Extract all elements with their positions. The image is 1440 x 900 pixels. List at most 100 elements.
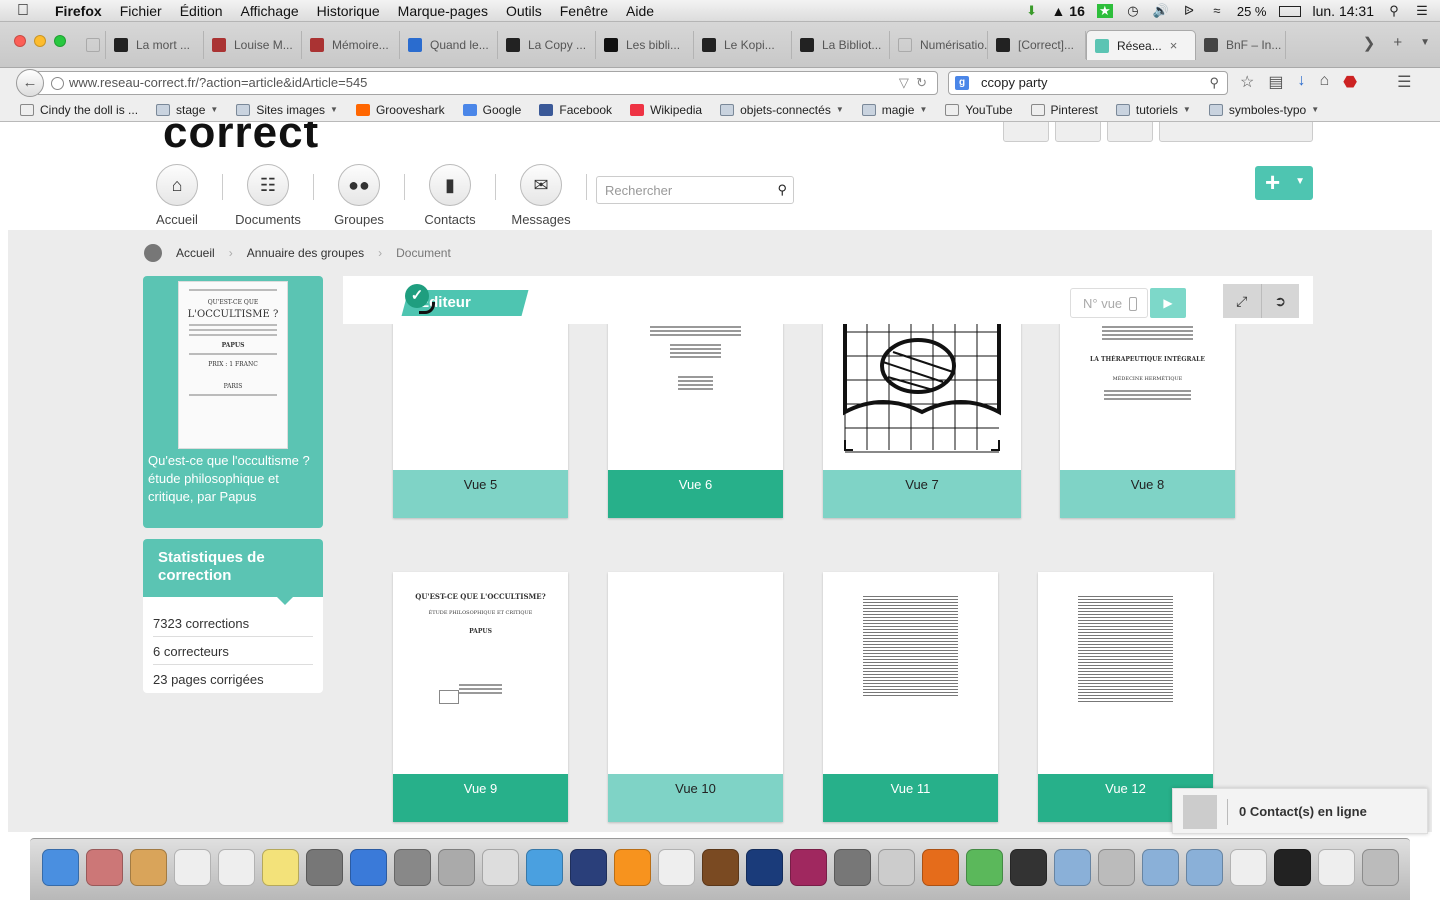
menu-historique[interactable]: Historique [308, 3, 389, 19]
bookmark-4[interactable]: Google [462, 103, 521, 117]
menu-aide[interactable]: Aide [617, 3, 663, 19]
close-tab-icon[interactable]: × [1170, 38, 1178, 53]
breadcrumb-annuaire[interactable]: Annuaire des groupes [247, 246, 364, 260]
download-status-icon[interactable]: ⬇ [1024, 4, 1040, 18]
dock-star-icon[interactable] [482, 849, 519, 886]
volume-icon[interactable]: 🔊 [1153, 4, 1169, 18]
fullscreen-icon[interactable]: ⤢ [1223, 284, 1262, 318]
go-to-page-button[interactable]: ▶ [1150, 288, 1186, 318]
url-bar[interactable]: www.reseau-correct.fr/?action=article&id… [38, 71, 938, 95]
battery-icon[interactable] [1278, 5, 1301, 17]
dock-imovie-icon[interactable] [834, 849, 871, 886]
dock-scissors-icon[interactable] [878, 849, 915, 886]
bookmark-8[interactable]: magie ▼ [861, 103, 927, 117]
dock-mail-icon[interactable] [86, 849, 123, 886]
page-thumb-11[interactable]: Vue 11 [823, 572, 998, 822]
bookmark-2[interactable]: Sites images ▼ [236, 103, 338, 117]
bookmark-star-icon[interactable]: ☆ [1240, 72, 1254, 92]
page-thumb-8[interactable]: LA THÉRAPEUTIQUE INTÉGRALE MÉDECINE HERMÉ… [1060, 324, 1235, 518]
wifi-icon[interactable]: ≈ [1209, 4, 1225, 18]
dock-applications-icon[interactable] [1142, 849, 1179, 886]
bookmark-6[interactable]: Wikipedia [630, 103, 702, 117]
tab-list-icon[interactable]: ▼ [1420, 34, 1430, 52]
dock-document-icon[interactable] [1230, 849, 1267, 886]
close-window-icon[interactable] [14, 35, 26, 47]
tab-1[interactable]: La mort ... [106, 31, 204, 59]
bookmark-7[interactable]: objets-connectés ▼ [720, 103, 844, 117]
reload-icon[interactable]: ↻ [916, 75, 927, 90]
dock-contacts-icon[interactable] [130, 849, 167, 886]
nav-documents[interactable]: ☷ Documents [223, 164, 313, 227]
new-tab-icon[interactable]: + [1393, 34, 1402, 52]
document-card[interactable]: QU'EST-CE QUE L'OCCULTISME ? PAPUS PRIX … [143, 276, 323, 528]
menu-icon[interactable]: ☰ [1397, 72, 1411, 92]
page-thumb-12[interactable]: Vue 12 [1038, 572, 1213, 822]
dock-calendar-icon[interactable] [174, 849, 211, 886]
page-thumb-6[interactable]: Vue 6 [608, 324, 783, 518]
search-icon[interactable]: ⚲ [777, 182, 787, 198]
tab-6[interactable]: Les bibli... [596, 31, 694, 59]
bookmark-0[interactable]: Cindy the doll is ... [20, 103, 138, 117]
menu-app-name[interactable]: Firefox [46, 3, 111, 19]
dock-notes-icon[interactable] [262, 849, 299, 886]
dock-indesign-icon[interactable] [790, 849, 827, 886]
stepper-icon[interactable] [1129, 297, 1137, 311]
search-icon[interactable]: ⚲ [1209, 72, 1219, 94]
dock-wings-icon[interactable] [526, 849, 563, 886]
dock-downloads-folder-icon[interactable] [1186, 849, 1223, 886]
breadcrumb-accueil[interactable]: Accueil [176, 246, 215, 260]
nav-groupes[interactable]: ●● Groupes [314, 164, 404, 227]
browser-search-field[interactable]: g ccopy party ⚲ [948, 71, 1228, 95]
menu-outils[interactable]: Outils [497, 3, 551, 19]
site-identity-icon[interactable] [51, 77, 64, 90]
google-engine-icon[interactable]: g [955, 76, 969, 90]
user-menu-button[interactable] [1159, 122, 1313, 142]
nav-accueil[interactable]: ⌂ Accueil [132, 164, 222, 227]
history-dropdown-icon[interactable]: ▽ [899, 75, 909, 90]
dock-drive-icon[interactable] [1098, 849, 1135, 886]
home-icon[interactable] [144, 244, 162, 262]
battery-percent[interactable]: 25 % [1237, 4, 1267, 19]
dock-system-preferences-icon[interactable] [394, 849, 431, 886]
zoom-window-icon[interactable] [54, 35, 66, 47]
site-logo[interactable]: correct [163, 122, 319, 158]
spotlight-search-icon[interactable]: ⚲ [1386, 4, 1402, 18]
notification-center-icon[interactable]: ☰ [1414, 4, 1430, 18]
back-button[interactable]: ← [16, 69, 44, 97]
dock-bridge-icon[interactable] [702, 849, 739, 886]
minimize-window-icon[interactable] [34, 35, 46, 47]
tab-8[interactable]: La Bibliot... [792, 31, 890, 59]
dock-folder-icon[interactable] [1054, 849, 1091, 886]
dock-preview-icon[interactable] [306, 849, 343, 886]
clock[interactable]: lun. 14:31 [1313, 3, 1375, 19]
notification-count[interactable]: ▲ 16 [1052, 3, 1085, 19]
evernote-icon[interactable]: ★ [1096, 4, 1113, 18]
header-button-1[interactable] [1003, 122, 1049, 142]
menu-marque-pages[interactable]: Marque-pages [389, 3, 497, 19]
page-number-input[interactable]: N° vue [1070, 288, 1148, 318]
chat-bar[interactable]: 0 Contact(s) en ligne [1172, 788, 1428, 834]
menu-fichier[interactable]: Fichier [111, 3, 171, 19]
menu-affichage[interactable]: Affichage [232, 3, 308, 19]
tabs-scroll-right-icon[interactable]: ❯ [1363, 34, 1376, 52]
dock-scripts-icon[interactable] [438, 849, 475, 886]
tab-10[interactable]: [Correct]... [988, 31, 1086, 59]
tab-3[interactable]: Mémoire... [302, 31, 400, 59]
dock-finder-icon[interactable] [42, 849, 79, 886]
dock-cloud-icon[interactable] [966, 849, 1003, 886]
bookmarks-menu-icon[interactable]: ▤ [1268, 72, 1283, 92]
downloads-icon[interactable]: ↓ [1297, 72, 1305, 92]
tab-4[interactable]: Quand le... [400, 31, 498, 59]
nav-contacts[interactable]: ▮ Contacts [405, 164, 495, 227]
document-thumbnail[interactable]: QU'EST-CE QUE L'OCCULTISME ? PAPUS PRIX … [178, 281, 288, 449]
header-button-3[interactable] [1107, 122, 1153, 142]
bookmark-3[interactable]: Grooveshark [355, 103, 445, 117]
menu-fenetre[interactable]: Fenêtre [551, 3, 617, 19]
tab-7[interactable]: Le Kopi... [694, 31, 792, 59]
dock-x-icon[interactable] [570, 849, 607, 886]
page-thumb-9[interactable]: QU'EST-CE QUE L'OCCULTISME? ÉTUDE PHILOSO… [393, 572, 568, 822]
tab-12[interactable]: BnF – In... [1196, 31, 1286, 59]
bookmark-12[interactable]: symboles-typo ▼ [1208, 103, 1319, 117]
tab-0[interactable] [78, 31, 106, 59]
dock-itunes-icon[interactable] [350, 849, 387, 886]
